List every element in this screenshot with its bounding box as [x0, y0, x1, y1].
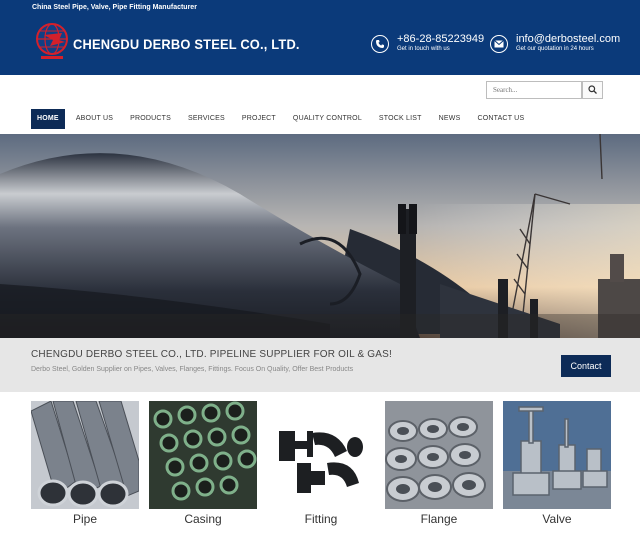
- search-input[interactable]: [486, 81, 582, 99]
- product-label[interactable]: Casing: [149, 512, 257, 526]
- casing-image[interactable]: [149, 401, 257, 509]
- flange-image[interactable]: [385, 401, 493, 509]
- banner-title: CHENGDU DERBO STEEL CO., LTD. PIPELINE S…: [31, 349, 392, 360]
- phone-number[interactable]: +86-28-85223949: [397, 33, 484, 45]
- email-address[interactable]: info@derbosteel.com: [516, 33, 620, 45]
- nav-item-news[interactable]: NEWS: [433, 109, 467, 129]
- nav-item-contact-us[interactable]: CONTACT US: [471, 109, 530, 129]
- pipe-image[interactable]: [31, 401, 139, 509]
- valve-image[interactable]: [503, 401, 611, 509]
- brand-name[interactable]: CHENGDU DERBO STEEL CO., LTD.: [73, 36, 300, 52]
- nav-item-products[interactable]: PRODUCTS: [124, 109, 177, 129]
- banner-subtitle: Derbo Steel, Golden Supplier on Pipes, V…: [31, 366, 354, 373]
- contact-button[interactable]: Contact: [561, 355, 611, 377]
- phone-subtext: Get in touch with us: [397, 46, 450, 52]
- search-button[interactable]: [582, 81, 603, 99]
- nav-item-quality-control[interactable]: QUALITY CONTROL: [287, 109, 368, 129]
- nav-item-about-us[interactable]: ABOUT US: [70, 109, 119, 129]
- product-card-valve[interactable]: Valve: [503, 401, 611, 526]
- hero-pipeline-image: [0, 134, 640, 338]
- email-subtext: Get our quotation in 24 hours: [516, 46, 594, 52]
- nav-item-services[interactable]: SERVICES: [182, 109, 231, 129]
- banner-strip: CHENGDU DERBO STEEL CO., LTD. PIPELINE S…: [0, 338, 640, 392]
- globe-logo-icon[interactable]: [32, 22, 72, 62]
- site-tagline: China Steel Pipe, Valve, Pipe Fitting Ma…: [32, 4, 197, 11]
- fitting-image[interactable]: [267, 401, 375, 509]
- product-card-casing[interactable]: Casing: [149, 401, 257, 526]
- email-contact[interactable]: info@derbosteel.com Get our quotation in…: [490, 33, 620, 54]
- main-nav: HOME ABOUT US PRODUCTS SERVICES PROJECT …: [31, 109, 535, 129]
- phone-contact[interactable]: +86-28-85223949 Get in touch with us: [371, 33, 484, 54]
- envelope-icon: [490, 34, 508, 53]
- site-header: China Steel Pipe, Valve, Pipe Fitting Ma…: [0, 0, 640, 75]
- product-label[interactable]: Pipe: [31, 512, 139, 526]
- search-icon: [588, 81, 597, 99]
- product-card-pipe[interactable]: Pipe: [31, 401, 139, 526]
- nav-item-home[interactable]: HOME: [31, 109, 65, 129]
- product-label[interactable]: Fitting: [267, 512, 375, 526]
- product-card-flange[interactable]: Flange: [385, 401, 493, 526]
- phone-icon: [371, 34, 389, 53]
- nav-item-stock-list[interactable]: STOCK LIST: [373, 109, 428, 129]
- nav-item-project[interactable]: PROJECT: [236, 109, 282, 129]
- product-label[interactable]: Flange: [385, 512, 493, 526]
- product-card-fitting[interactable]: Fitting: [267, 401, 375, 526]
- product-label[interactable]: Valve: [503, 512, 611, 526]
